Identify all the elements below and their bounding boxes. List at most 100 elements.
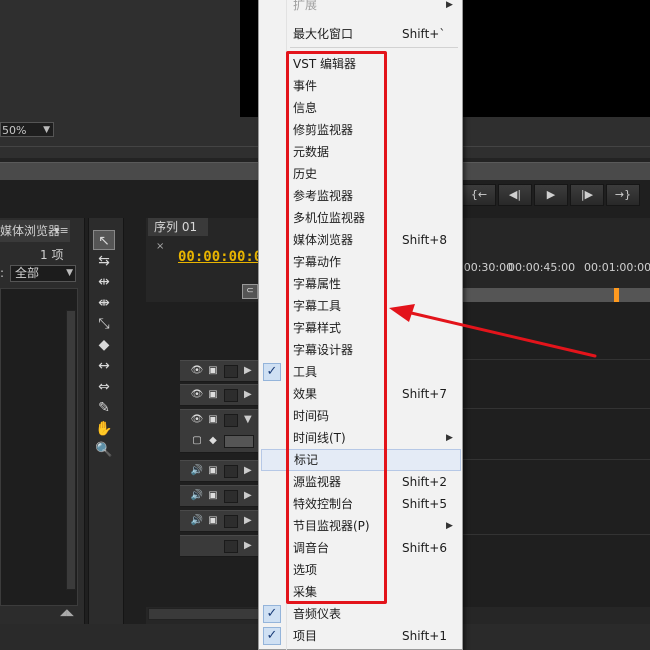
zoom-slider-icon[interactable]: ◢◣	[60, 608, 80, 622]
expand-arrow-icon[interactable]: ▶	[244, 539, 252, 553]
expand-arrow-icon[interactable]: ▶	[244, 514, 252, 528]
tab-sequence-label: 序列 01	[154, 220, 198, 234]
checkmark-icon: ✓	[263, 363, 281, 381]
video-track-header[interactable]: 👁 ▣ ▶	[180, 360, 258, 382]
menu-item-shortcut: Shift+7	[402, 387, 447, 401]
timeline-horizontal-scrollbar[interactable]	[148, 608, 260, 620]
audio-track-header[interactable]: 🔊 ▣ ▶	[180, 485, 258, 507]
checkmark-icon: ✓	[263, 627, 281, 645]
film-icon: ▣	[208, 365, 218, 376]
menu-item-label: 项目	[293, 629, 318, 643]
opacity-toggle[interactable]	[224, 435, 254, 448]
menu-item-shortcut: Shift+5	[402, 497, 447, 511]
menu-item-shortcut: Shift+2	[402, 475, 447, 489]
pen-tool-icon[interactable]: ✎	[93, 398, 115, 418]
play-button[interactable]: ▶	[534, 184, 568, 206]
track-select-tool-icon[interactable]: ⇆	[93, 251, 115, 271]
collapse-arrow-icon[interactable]: ▼	[244, 413, 252, 427]
file-type-filter-select[interactable]: 全部 ▼	[10, 265, 76, 282]
lock-toggle[interactable]	[224, 515, 238, 528]
keyframe-display-icon[interactable]: ▢	[190, 434, 204, 448]
tab-media-browser-label: 媒体浏览器	[0, 224, 61, 238]
filter-label-fragment: :	[0, 266, 5, 280]
eye-icon[interactable]: 👁	[190, 364, 204, 378]
menu-item-label: 音频仪表	[293, 607, 342, 621]
master-track-header[interactable]: ▶	[180, 535, 258, 557]
menu-item-shortcut: Shift+6	[402, 541, 447, 555]
chevron-down-icon: ▼	[66, 268, 73, 278]
lock-toggle[interactable]	[224, 414, 238, 427]
menu-item[interactable]: 最大化窗口 Shift+`	[260, 23, 460, 45]
zoom-level-select[interactable]: 50% ▼	[0, 122, 54, 137]
lock-toggle[interactable]	[224, 540, 238, 553]
track-divider	[462, 534, 650, 535]
pointer-arrow	[389, 304, 597, 358]
expand-arrow-icon[interactable]: ▶	[244, 464, 252, 478]
step-back-button[interactable]: ◀|	[498, 184, 532, 206]
panel-menu-icon[interactable]: ▾≡	[54, 220, 72, 242]
film-icon: ▣	[208, 414, 218, 425]
hand-tool-icon[interactable]: ✋	[93, 419, 115, 439]
slide-tool-icon[interactable]: ⇔	[93, 377, 115, 397]
track-divider	[462, 408, 650, 409]
expand-arrow-icon[interactable]: ▶	[244, 388, 252, 402]
work-area-end-marker[interactable]	[614, 288, 619, 302]
menu-item-label: 扩展	[293, 0, 318, 12]
keyframe-diamond-icon[interactable]: ◆	[206, 434, 220, 448]
eye-icon[interactable]: 👁	[190, 388, 204, 402]
menu-separator	[290, 47, 458, 48]
video-track-header-expanded[interactable]: 👁 ▣ ▼ ▢ ◆	[180, 409, 258, 453]
chevron-down-icon: ▼	[43, 125, 50, 135]
snap-icon[interactable]: ⊂	[242, 284, 258, 299]
item-count: 1 项	[40, 248, 64, 262]
menu-item[interactable]: 扩展 ▶	[260, 0, 460, 16]
menu-item-shortcut: Shift+8	[402, 233, 447, 247]
selection-tool-icon[interactable]: ↖	[93, 230, 115, 250]
expand-arrow-icon[interactable]: ▶	[244, 364, 252, 378]
menu-item[interactable]: ✓ 音频仪表	[260, 603, 460, 625]
menu-item[interactable]: ✓ 项目 Shift+1	[260, 625, 460, 647]
film-icon: ▣	[208, 515, 218, 526]
step-back-in-button[interactable]: {←	[462, 184, 496, 206]
lock-toggle[interactable]	[224, 465, 238, 478]
ripple-edit-tool-icon[interactable]: ⇹	[93, 272, 115, 292]
audio-track-header[interactable]: 🔊 ▣ ▶	[180, 460, 258, 482]
step-forward-button[interactable]: |▶	[570, 184, 604, 206]
razor-tool-icon[interactable]: ◆	[93, 335, 115, 355]
expand-arrow-icon[interactable]: ▶	[244, 489, 252, 503]
menu-item-shortcut: Shift+`	[402, 27, 446, 41]
slip-tool-icon[interactable]: ↔	[93, 356, 115, 376]
submenu-arrow-icon: ▶	[446, 521, 453, 531]
film-icon: ▣	[208, 490, 218, 501]
track-divider	[462, 459, 650, 460]
film-icon: ▣	[208, 465, 218, 476]
lock-toggle[interactable]	[224, 490, 238, 503]
filter-value: 全部	[15, 266, 40, 280]
speaker-icon[interactable]: 🔊	[190, 464, 204, 478]
film-icon: ▣	[208, 389, 218, 400]
media-browser-scrollbar[interactable]	[66, 310, 76, 590]
close-icon[interactable]: ×	[156, 241, 164, 252]
submenu-arrow-icon: ▶	[446, 433, 453, 443]
lock-toggle[interactable]	[224, 389, 238, 402]
rate-stretch-tool-icon[interactable]: ⤡	[93, 314, 115, 334]
rolling-edit-tool-icon[interactable]: ⇼	[93, 293, 115, 313]
ruler-time-label: 00:01:00:00	[584, 261, 650, 274]
checkmark-icon: ✓	[263, 605, 281, 623]
ruler-time-label: 00:00:45:00	[508, 261, 576, 274]
highlight-box	[286, 51, 387, 604]
speaker-icon[interactable]: 🔊	[190, 514, 204, 528]
tab-sequence-01[interactable]: 序列 01 ×	[148, 218, 208, 252]
submenu-arrow-icon: ▶	[446, 0, 453, 10]
zoom-tool-icon[interactable]: 🔍	[93, 440, 115, 460]
lock-toggle[interactable]	[224, 365, 238, 378]
audio-track-header[interactable]: 🔊 ▣ ▶	[180, 510, 258, 532]
zoom-level-value: 50%	[2, 124, 27, 137]
go-to-out-button[interactable]: →}	[606, 184, 640, 206]
speaker-icon[interactable]: 🔊	[190, 489, 204, 503]
sequence-timecode[interactable]: 00:00:00:00	[178, 249, 271, 265]
menu-item-label: 最大化窗口	[293, 27, 354, 41]
eye-icon[interactable]: 👁	[190, 413, 204, 427]
menu-item-shortcut: Shift+1	[402, 629, 447, 643]
video-track-header[interactable]: 👁 ▣ ▶	[180, 384, 258, 406]
